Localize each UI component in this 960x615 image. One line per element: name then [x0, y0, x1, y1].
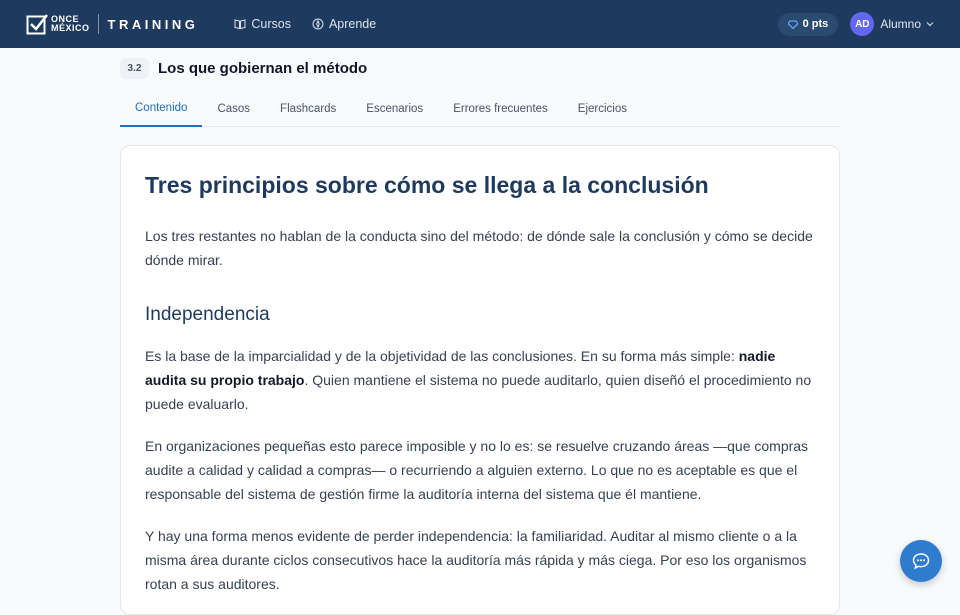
logo-divider	[97, 14, 99, 34]
paragraph-1: Es la base de la imparcialidad y de la o…	[145, 344, 815, 416]
content-card: Tres principios sobre cómo se llega a la…	[120, 145, 840, 615]
tab-contenido[interactable]: Contenido	[120, 90, 203, 127]
tab-escenarios[interactable]: Escenarios	[351, 90, 438, 127]
checkbox-logo-icon	[26, 14, 48, 35]
lesson-tabs: Contenido Casos Flashcards Escenarios Er…	[120, 90, 839, 127]
section-title: Independencia	[145, 304, 270, 325]
chevron-down-icon[interactable]	[926, 21, 934, 27]
lesson-header: 3.2 Los que gobiernan el método	[120, 58, 367, 79]
content-title: Tres principios sobre cómo se llega a la…	[145, 172, 709, 198]
intro-paragraph: Los tres restantes no hablan de la condu…	[145, 228, 813, 268]
lesson-number-badge: 3.2	[120, 58, 149, 79]
points-label: 0 pts	[802, 18, 829, 30]
points-badge[interactable]: 0 pts	[777, 12, 839, 36]
tab-errores-frecuentes[interactable]: Errores frecuentes	[438, 90, 563, 127]
avatar[interactable]: AD	[850, 12, 875, 36]
book-icon	[234, 19, 246, 30]
logo-text: ONCE MÉXICO	[51, 15, 90, 33]
paragraph-3: Y hay una forma menos evidente de perder…	[145, 528, 807, 592]
user-area: 0 pts AD Alumno	[777, 12, 934, 36]
tab-flashcards[interactable]: Flashcards	[265, 90, 351, 127]
main-nav: Cursos Aprende	[234, 17, 397, 31]
nav-item-cursos[interactable]: Cursos	[234, 17, 291, 31]
logo[interactable]: ONCE MÉXICO	[26, 13, 90, 35]
compass-icon	[312, 18, 324, 30]
chat-button[interactable]	[900, 540, 942, 582]
logo-line-2: MÉXICO	[51, 23, 90, 33]
nav-label-aprende: Aprende	[328, 17, 377, 31]
tab-ejercicios[interactable]: Ejercicios	[563, 90, 642, 127]
diamond-icon	[787, 19, 798, 29]
lesson-title: Los que gobiernan el método	[158, 60, 368, 77]
nav-item-aprende[interactable]: Aprende	[312, 17, 376, 31]
nav-label-cursos: Cursos	[251, 17, 291, 31]
user-name[interactable]: Alumno	[880, 17, 921, 31]
paragraph-1-start: Es la base de la imparcialidad y de la o…	[145, 348, 739, 364]
chat-icon	[912, 553, 930, 570]
tab-casos[interactable]: Casos	[202, 90, 265, 127]
brand-name: TRAINING	[107, 16, 199, 32]
top-navbar: ONCE MÉXICO TRAINING Cursos Aprende 0 pt…	[0, 0, 960, 48]
paragraph-2: En organizaciones pequeñas esto parece i…	[145, 438, 809, 502]
